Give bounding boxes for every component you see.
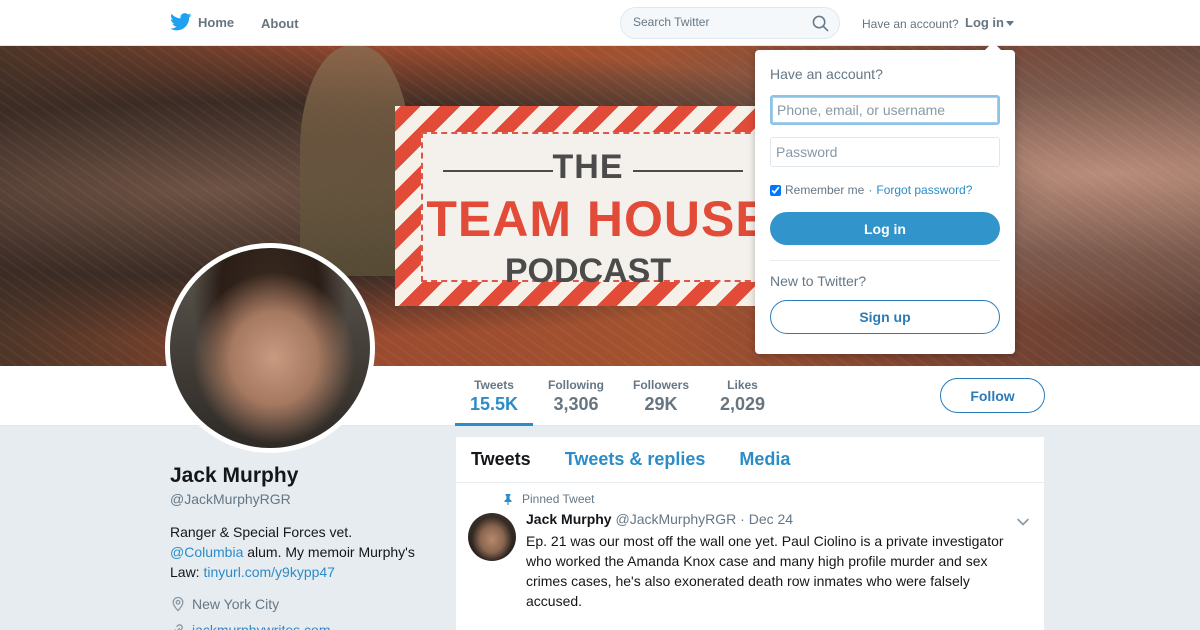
search-box[interactable] <box>620 7 840 39</box>
bio-mention-link[interactable]: @Columbia <box>170 544 243 560</box>
profile-website[interactable]: jackmurphywrites.com <box>170 622 330 630</box>
banner-photo-figure <box>300 46 410 276</box>
profile-location: New York City <box>170 596 279 612</box>
tweet-avatar[interactable] <box>468 513 516 561</box>
timeline: Tweets Tweets & replies Media Pinned Twe… <box>456 437 1044 630</box>
stat-tweets[interactable]: Tweets 15.5K <box>455 378 533 426</box>
podcast-title-line2: TEAM HOUSE <box>426 191 770 247</box>
tab-tweets[interactable]: Tweets <box>471 449 531 470</box>
tab-tweets-and-replies[interactable]: Tweets & replies <box>565 449 706 470</box>
login-panel-title: Have an account? <box>770 66 883 82</box>
search-icon[interactable] <box>812 15 829 32</box>
stat-value: 29K <box>644 394 678 414</box>
bio-text-line1: Ranger & Special Forces vet. <box>170 524 353 540</box>
stat-label: Followers <box>632 378 689 392</box>
tweet-date[interactable]: · Dec 24 <box>740 511 793 527</box>
stat-following[interactable]: Following 3,306 <box>545 378 607 415</box>
signup-button[interactable]: Sign up <box>770 300 1000 334</box>
avatar-image <box>170 248 370 448</box>
follow-button[interactable]: Follow <box>940 378 1045 413</box>
podcast-logo: THE TEAM HOUSE PODCAST <box>395 106 775 306</box>
podcast-title-line1: THE <box>552 148 624 186</box>
tweet-text: Ep. 21 was our most off the wall one yet… <box>526 533 1004 609</box>
website-link[interactable]: jackmurphywrites.com <box>192 622 330 630</box>
divider <box>770 260 1000 261</box>
login-toggle-label: Log in <box>965 15 1004 30</box>
stat-followers[interactable]: Followers 29K <box>630 378 692 415</box>
remember-me-label[interactable]: Remember me <box>785 183 864 197</box>
stat-label: Following <box>548 378 604 392</box>
podcast-title-line3: PODCAST <box>504 252 672 290</box>
twitter-bird-icon <box>170 13 192 31</box>
pinned-tweet-label: Pinned Tweet <box>502 492 595 506</box>
profile-handle: @JackMurphyRGR <box>170 491 291 507</box>
tweet-header: Jack Murphy @JackMurphyRGR · Dec 24 <box>526 511 793 527</box>
tab-media[interactable]: Media <box>739 449 790 470</box>
remember-me-checkbox[interactable] <box>770 184 781 196</box>
profile-bio: Ranger & Special Forces vet. @Columbia a… <box>170 522 430 582</box>
tweet-author-handle: @JackMurphyRGR <box>615 511 737 527</box>
login-button[interactable]: Log in <box>770 212 1000 245</box>
stat-value: 3,306 <box>553 394 599 414</box>
new-to-twitter-text: New to Twitter? <box>770 273 867 289</box>
caret-down-icon <box>1006 21 1014 27</box>
stat-value: 2,029 <box>719 394 766 414</box>
have-account-text: Have an account? <box>862 17 959 31</box>
forgot-password-link[interactable]: Forgot password? <box>876 183 972 197</box>
location-pin-icon <box>172 596 184 612</box>
nav-about-link[interactable]: About <box>261 16 299 31</box>
dropdown-arrow <box>985 42 1001 50</box>
nav-home-link[interactable]: Home <box>170 13 234 31</box>
bio-url-link[interactable]: tinyurl.com/y9kypp47 <box>203 564 335 580</box>
top-navigation: Home About Have an account? Log in <box>0 0 1200 46</box>
remember-me-row: Remember me · Forgot password? <box>770 183 972 197</box>
stat-likes[interactable]: Likes 2,029 <box>715 378 770 415</box>
username-field[interactable] <box>770 95 1000 125</box>
password-field[interactable] <box>770 137 1000 167</box>
podcast-logo-inner: THE TEAM HOUSE PODCAST <box>421 132 771 290</box>
location-text: New York City <box>192 596 280 612</box>
stat-label: Likes <box>727 378 758 392</box>
pin-icon <box>504 494 512 505</box>
search-input[interactable] <box>633 15 803 29</box>
chevron-down-icon[interactable] <box>1016 515 1030 529</box>
profile-avatar[interactable] <box>165 243 375 453</box>
link-icon <box>174 624 183 630</box>
stat-label: Tweets <box>474 378 514 392</box>
timeline-tabs: Tweets Tweets & replies Media <box>456 437 1044 483</box>
separator-dot: · <box>868 183 873 197</box>
login-dropdown-toggle[interactable]: Log in <box>965 15 1014 30</box>
stat-value: 15.5K <box>469 394 519 414</box>
tweet-author-name[interactable]: Jack Murphy <box>526 511 612 527</box>
profile-name[interactable]: Jack Murphy <box>170 464 298 488</box>
pinned-text: Pinned Tweet <box>522 492 595 506</box>
login-dropdown-panel: Have an account? Remember me · Forgot pa… <box>755 42 1015 354</box>
nav-home-label: Home <box>198 14 235 30</box>
